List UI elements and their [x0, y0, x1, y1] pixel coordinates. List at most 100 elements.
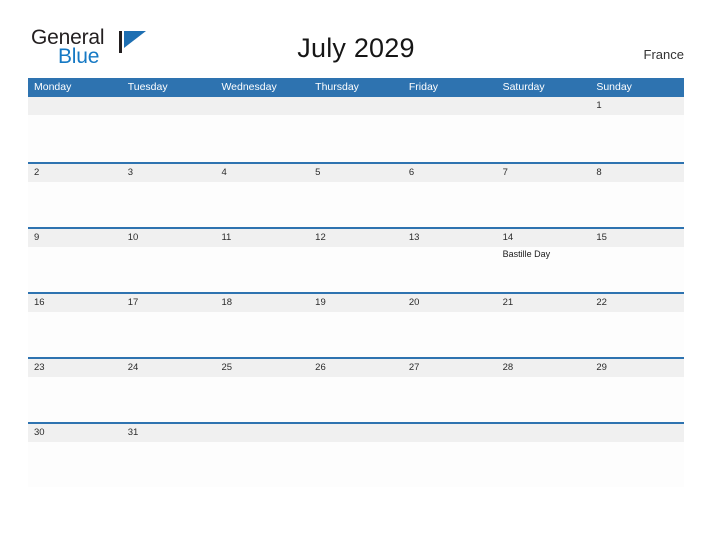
calendar-week-row: 2345678	[28, 162, 684, 227]
day-cell[interactable]	[403, 182, 497, 227]
day-number[interactable]: 9	[28, 229, 122, 247]
day-cell[interactable]	[497, 182, 591, 227]
day-cell[interactable]	[309, 312, 403, 357]
day-cell[interactable]	[309, 115, 403, 160]
day-number[interactable]: 27	[403, 359, 497, 377]
day-cell[interactable]	[590, 115, 684, 160]
day-cell[interactable]	[122, 247, 216, 292]
day-cell[interactable]	[28, 442, 122, 487]
day-cell[interactable]	[590, 247, 684, 292]
day-cell[interactable]	[122, 442, 216, 487]
day-cell[interactable]	[215, 312, 309, 357]
day-number-empty	[403, 424, 497, 442]
day-number[interactable]: 25	[215, 359, 309, 377]
week-event-body	[28, 377, 684, 422]
day-cell[interactable]	[215, 182, 309, 227]
day-cell[interactable]	[215, 377, 309, 422]
day-number[interactable]: 10	[122, 229, 216, 247]
week-event-body	[28, 312, 684, 357]
day-number[interactable]: 30	[28, 424, 122, 442]
holiday-event-label: Bastille Day	[502, 249, 551, 259]
day-number[interactable]: 17	[122, 294, 216, 312]
day-number[interactable]: 20	[403, 294, 497, 312]
day-cell[interactable]	[28, 377, 122, 422]
day-number[interactable]: 11	[215, 229, 309, 247]
day-cell[interactable]	[215, 115, 309, 160]
calendar-weeks: 1 2 3 4 5 6 7 8 9 10 11 12 13 14 15 Bastille Day 16 17 18 1…	[28, 97, 684, 487]
day-number-empty	[122, 97, 216, 115]
day-cell[interactable]	[497, 115, 591, 160]
day-number-empty	[403, 97, 497, 115]
day-number[interactable]: 29	[590, 359, 684, 377]
page-header: General Blue July 2029 France	[0, 0, 712, 67]
day-number[interactable]: 7	[497, 164, 591, 182]
week-date-band: 30 31	[28, 424, 684, 442]
day-number[interactable]: 21	[497, 294, 591, 312]
day-number[interactable]: 16	[28, 294, 122, 312]
day-cell[interactable]	[590, 182, 684, 227]
day-number-empty	[28, 97, 122, 115]
day-number-empty	[215, 97, 309, 115]
day-cell[interactable]	[497, 377, 591, 422]
day-cell[interactable]	[28, 312, 122, 357]
day-cell[interactable]	[590, 312, 684, 357]
day-number[interactable]: 5	[309, 164, 403, 182]
day-cell[interactable]	[590, 442, 684, 487]
day-number[interactable]: 8	[590, 164, 684, 182]
day-number[interactable]: 12	[309, 229, 403, 247]
weekday-header-saturday: Saturday	[502, 81, 545, 93]
weekday-header-monday: Monday	[34, 81, 72, 93]
week-date-band: 23 24 25 26 27 28 29	[28, 359, 684, 377]
day-cell[interactable]	[122, 182, 216, 227]
day-cell[interactable]	[403, 312, 497, 357]
day-number[interactable]: 2	[28, 164, 122, 182]
calendar-week-row: 16 17 18 19 20 21 22	[28, 292, 684, 357]
day-number-empty	[497, 97, 591, 115]
day-cell[interactable]	[309, 247, 403, 292]
day-cell[interactable]	[403, 442, 497, 487]
day-cell[interactable]	[122, 377, 216, 422]
day-number[interactable]: 3	[122, 164, 216, 182]
day-number-empty	[497, 424, 591, 442]
day-number[interactable]: 14	[497, 229, 591, 247]
weekday-header-friday: Friday	[408, 81, 439, 93]
week-event-body	[28, 442, 684, 487]
week-date-band: 9 10 11 12 13 14 15	[28, 229, 684, 247]
day-number[interactable]: 4	[215, 164, 309, 182]
day-cell[interactable]	[28, 115, 122, 160]
day-cell[interactable]	[309, 377, 403, 422]
day-number[interactable]: 15	[590, 229, 684, 247]
day-cell[interactable]	[403, 115, 497, 160]
weekday-header-tuesday: Tuesday	[127, 81, 168, 93]
day-number[interactable]: 26	[309, 359, 403, 377]
day-number[interactable]: 1	[590, 97, 684, 115]
day-cell[interactable]	[122, 312, 216, 357]
day-cell[interactable]	[215, 247, 309, 292]
week-event-body	[28, 115, 684, 160]
day-cell[interactable]: Bastille Day	[497, 247, 591, 292]
day-number[interactable]: 23	[28, 359, 122, 377]
day-cell[interactable]	[590, 377, 684, 422]
day-number[interactable]: 22	[590, 294, 684, 312]
day-cell[interactable]	[28, 182, 122, 227]
day-number[interactable]: 6	[403, 164, 497, 182]
day-cell[interactable]	[122, 115, 216, 160]
calendar-grid: Monday Tuesday Wednesday Thursday Friday Satu…	[28, 78, 684, 487]
day-cell[interactable]	[497, 312, 591, 357]
calendar-week-row: 1	[28, 97, 684, 162]
day-number[interactable]: 31	[122, 424, 216, 442]
day-number[interactable]: 19	[309, 294, 403, 312]
day-cell[interactable]	[28, 247, 122, 292]
day-number[interactable]: 28	[497, 359, 591, 377]
day-cell[interactable]	[309, 182, 403, 227]
page-title: July 2029	[297, 33, 415, 63]
day-cell[interactable]	[403, 377, 497, 422]
day-number[interactable]: 13	[403, 229, 497, 247]
day-cell[interactable]	[497, 442, 591, 487]
day-number[interactable]: 18	[215, 294, 309, 312]
day-cell[interactable]	[309, 442, 403, 487]
weekday-header-row: Monday Tuesday Wednesday Thursday Friday Satu…	[28, 78, 684, 97]
day-number[interactable]: 24	[122, 359, 216, 377]
day-cell[interactable]	[403, 247, 497, 292]
day-cell[interactable]	[215, 442, 309, 487]
